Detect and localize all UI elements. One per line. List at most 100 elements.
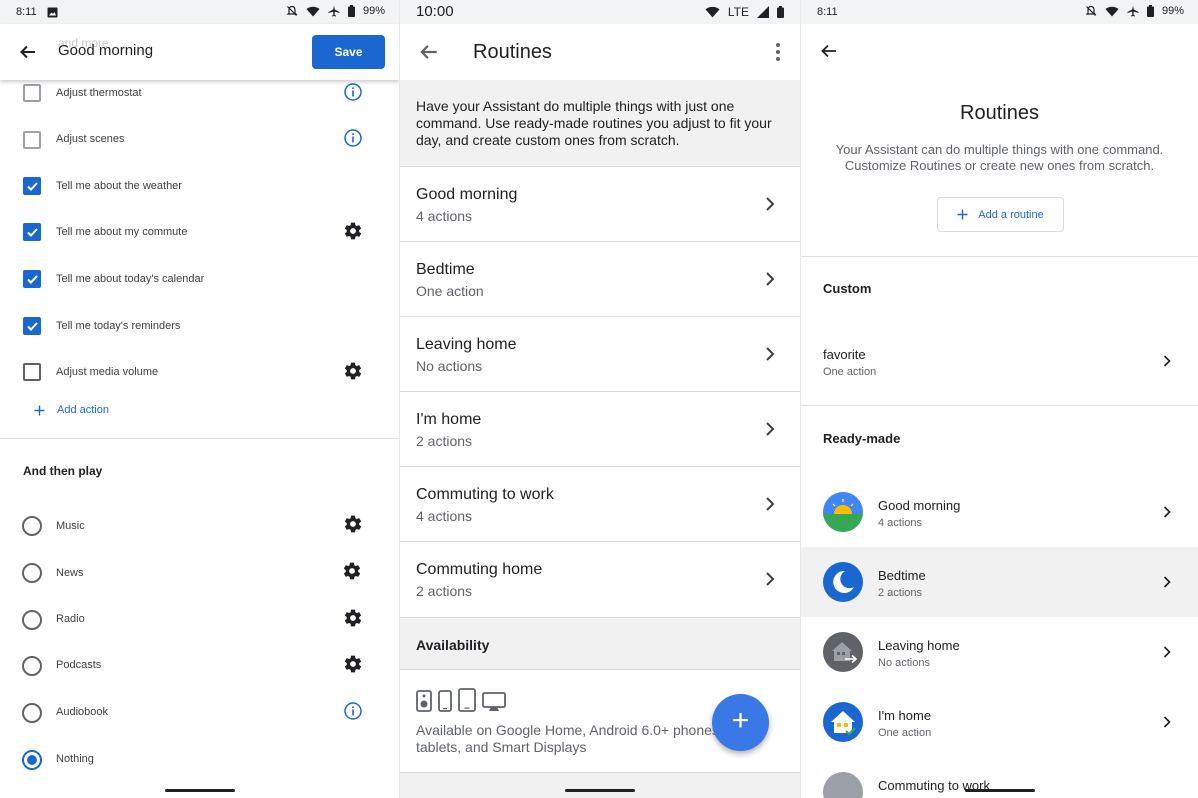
radio-button[interactable] [22, 656, 42, 676]
routine-title: Commuting to work [416, 486, 554, 503]
gear-icon[interactable] [343, 608, 363, 628]
routine-subtitle: One action [416, 283, 484, 299]
action-row[interactable]: Tell me about my commute [0, 209, 399, 255]
availability-title: Availability [416, 637, 490, 653]
battery-percent: 99% [1161, 5, 1184, 17]
more-vert-icon[interactable] [774, 41, 782, 63]
routine-row[interactable]: I'm home 2 actions [400, 391, 800, 466]
plus-icon [34, 405, 45, 415]
chevron-right-icon [1163, 646, 1171, 658]
gear-icon[interactable] [343, 221, 363, 241]
checkbox-checked[interactable] [23, 223, 41, 241]
routine-subtitle: 2 actions [416, 433, 473, 449]
section-divider [801, 405, 1198, 406]
media-option-row[interactable]: News [0, 549, 399, 595]
action-row[interactable]: Tell me today's reminders [0, 303, 399, 349]
checkbox-unchecked[interactable] [23, 363, 41, 381]
routine-row[interactable]: Good morning 4 actions [400, 166, 800, 241]
smart-display-icon [482, 692, 506, 711]
routine-subtitle: No actions [878, 657, 930, 669]
action-label: Tell me about the weather [56, 180, 182, 192]
media-option-row[interactable]: Podcasts [0, 642, 399, 688]
gear-icon[interactable] [343, 654, 363, 674]
add-routine-label: Add a routine [978, 208, 1044, 221]
add-action-button[interactable]: Add action [34, 404, 109, 416]
page-title: Routines [960, 102, 1039, 124]
routine-row[interactable]: Commuting home 2 actions [400, 541, 800, 616]
routine-title: Good morning [416, 186, 518, 203]
section-divider [801, 256, 1198, 257]
custom-routine-row[interactable]: favorite One action [801, 326, 1198, 396]
routine-subtitle: 4 actions [416, 508, 473, 524]
radio-button[interactable] [22, 516, 42, 536]
routine-subtitle: 4 actions [416, 208, 473, 224]
add-action-label: Add action [57, 404, 109, 416]
ready-made-row[interactable]: + + Bedtime 2 actions [801, 547, 1198, 617]
routine-row[interactable]: Leaving home No actions [400, 316, 800, 391]
radio-button[interactable] [22, 563, 42, 583]
status-bar: 8:11 99% [0, 0, 399, 24]
ready-made-row[interactable]: I'm home One action [801, 687, 1198, 757]
routine-subtitle: 2 actions [416, 583, 473, 599]
signal-icon [757, 6, 769, 18]
chevron-right-icon [766, 272, 775, 286]
info-icon[interactable] [343, 701, 363, 721]
routine-name[interactable]: Good morning [58, 42, 153, 59]
routine-row[interactable]: Bedtime One action [400, 241, 800, 316]
checkbox-checked[interactable] [23, 177, 41, 195]
routine-subtitle: One action [823, 366, 877, 378]
routine-title: favorite [823, 347, 866, 362]
add-routine-fab[interactable]: + [712, 694, 769, 751]
info-icon[interactable] [343, 128, 363, 148]
gesture-nav-handle[interactable] [164, 789, 235, 792]
back-arrow-icon[interactable] [418, 41, 440, 63]
checkbox-unchecked[interactable] [23, 84, 41, 102]
routine-subtitle: 4 actions [878, 517, 923, 529]
save-button[interactable]: Save [312, 35, 385, 69]
checkbox-unchecked[interactable] [23, 131, 41, 149]
ready-made-row[interactable]: Leaving home No actions [801, 617, 1198, 687]
sunrise-icon [823, 492, 863, 532]
gear-icon[interactable] [342, 561, 362, 581]
action-label: Tell me about my commute [56, 226, 188, 238]
routine-subtitle: 2 actions [878, 587, 923, 599]
status-time: 8:11 [817, 6, 838, 18]
radio-button-selected[interactable] [22, 750, 42, 770]
status-bar: 10:00 LTE [400, 0, 800, 24]
action-row[interactable]: Tell me about the weather [0, 163, 399, 209]
add-routine-button[interactable]: Add a routine [937, 197, 1064, 232]
media-option-row[interactable]: Audiobook [0, 689, 399, 735]
routines-list-screen: 10:00 LTE Routines Have your Assistant d… [400, 0, 800, 798]
checkbox-checked[interactable] [23, 270, 41, 288]
checkbox-checked[interactable] [23, 317, 41, 335]
gear-icon[interactable] [343, 361, 363, 381]
media-option-label: News [56, 567, 84, 579]
radio-button[interactable] [22, 703, 42, 723]
routine-editor-screen: 8:11 99% and more Good morning Save Adju… [0, 0, 399, 798]
back-arrow-icon[interactable] [18, 42, 38, 62]
and-then-play-heading: And then play [23, 464, 103, 478]
info-icon[interactable] [343, 82, 363, 102]
ready-made-row[interactable]: Good morning 4 actions [801, 477, 1198, 547]
action-row[interactable]: Adjust scenes [0, 116, 399, 162]
home-check-icon [823, 702, 863, 742]
section-divider [0, 438, 399, 439]
gear-icon[interactable] [343, 514, 363, 534]
chevron-right-icon [766, 572, 775, 586]
image-notification-icon [47, 7, 58, 17]
media-option-row[interactable]: Radio [0, 596, 399, 642]
gesture-nav-handle[interactable] [964, 789, 1035, 792]
routine-row[interactable]: Commuting to work 4 actions [400, 466, 800, 541]
back-arrow-icon[interactable] [819, 41, 839, 61]
action-label: Adjust media volume [56, 366, 159, 378]
media-option-label: Nothing [56, 753, 94, 765]
chevron-right-icon [1163, 506, 1171, 518]
action-row[interactable]: Tell me about today's calendar [0, 256, 399, 302]
gesture-nav-handle[interactable] [565, 789, 635, 792]
chevron-right-icon [1163, 716, 1171, 728]
media-option-row[interactable]: Music [0, 502, 399, 548]
action-row[interactable]: Adjust media volume [0, 349, 399, 395]
page-title: Routines [473, 41, 552, 63]
media-option-row[interactable]: Nothing [0, 736, 399, 782]
radio-button[interactable] [22, 610, 42, 630]
